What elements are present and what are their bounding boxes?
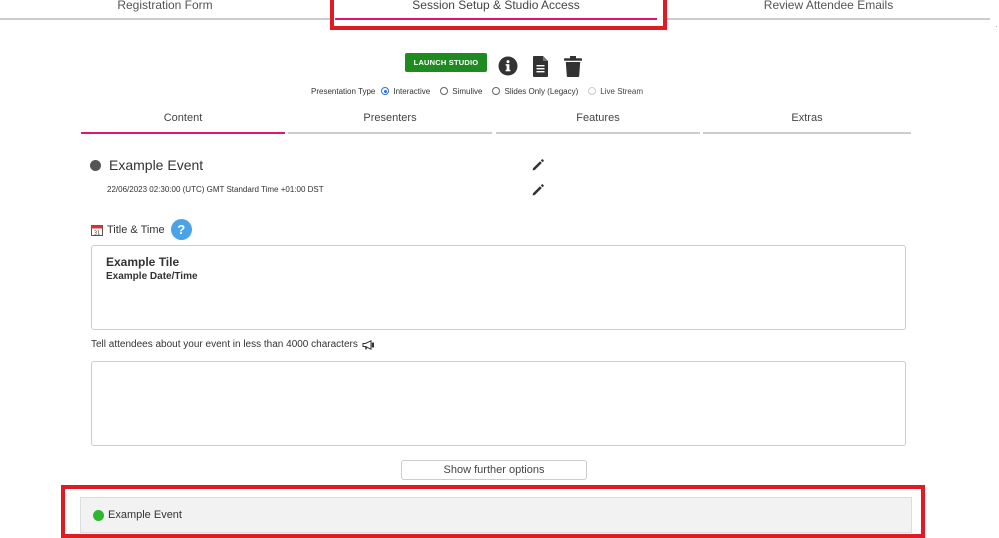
info-icon[interactable] xyxy=(497,55,519,77)
presentation-type-row: Presentation Type Interactive Simulive S… xyxy=(311,84,653,98)
step-tab-label: Registration Form xyxy=(117,0,213,12)
title-time-label: Title & Time xyxy=(107,223,165,236)
datetime-text: Example Date/Time xyxy=(106,271,198,282)
event-title: Example Event xyxy=(109,157,204,173)
edit-title-pencil-icon[interactable] xyxy=(532,158,544,171)
edge-mark: · xyxy=(995,22,998,31)
trash-icon[interactable] xyxy=(562,55,584,77)
tab-features[interactable]: Features xyxy=(496,110,700,134)
step-tab-label: Review Attendee Emails xyxy=(763,0,894,12)
radio-label: Simulive xyxy=(452,86,483,96)
tab-presenters[interactable]: Presenters xyxy=(288,110,492,134)
step-tab-review-emails[interactable]: Review Attendee Emails xyxy=(667,0,990,20)
description-label: Tell attendees about your event in less … xyxy=(91,339,358,350)
calendar-icon: 31 xyxy=(91,224,103,236)
show-further-options-button[interactable]: Show further options xyxy=(401,460,587,480)
radio-slides-only[interactable]: Slides Only (Legacy) xyxy=(492,87,578,96)
document-icon[interactable] xyxy=(530,55,552,77)
tab-extras[interactable]: Extras xyxy=(703,110,911,134)
radio-label: Live Stream xyxy=(600,86,643,96)
help-icon[interactable]: ? xyxy=(170,219,192,240)
radio-label: Interactive xyxy=(393,86,431,96)
radio-unselected-icon xyxy=(440,87,449,95)
radio-unselected-icon xyxy=(492,87,501,95)
edit-datetime-pencil-icon[interactable] xyxy=(532,183,544,196)
radio-disabled-icon xyxy=(588,87,597,95)
radio-interactive[interactable]: Interactive xyxy=(381,87,430,96)
step-tab-registration-form[interactable]: Registration Form xyxy=(0,0,330,20)
radio-selected-icon xyxy=(381,87,390,95)
description-heading: Tell attendees about your event in less … xyxy=(91,339,375,350)
radio-live-stream: Live Stream xyxy=(588,87,643,96)
launch-studio-button[interactable]: LAUNCH STUDIO xyxy=(405,53,487,72)
highlight-box-session-setup xyxy=(330,0,667,30)
event-datetime: 22/06/2023 02:30:00 (UTC) GMT Standard T… xyxy=(107,185,324,194)
tab-content[interactable]: Content xyxy=(81,110,285,134)
title-time-heading: 31 Title & Time ? xyxy=(91,219,192,240)
presentation-type-label: Presentation Type xyxy=(311,86,376,96)
highlight-box-event-bar xyxy=(61,485,925,538)
title-text: Example Tile xyxy=(106,255,180,269)
megaphone-icon xyxy=(362,339,375,350)
event-status-dot xyxy=(90,160,101,171)
description-textarea[interactable] xyxy=(92,362,905,445)
help-glyph: ? xyxy=(177,222,186,237)
radio-simulive[interactable]: Simulive xyxy=(440,87,482,96)
title-time-editor[interactable]: Example Tile Example Date/Time xyxy=(91,245,906,330)
radio-label: Slides Only (Legacy) xyxy=(504,86,579,96)
svg-text:31: 31 xyxy=(94,230,100,236)
description-box xyxy=(91,361,906,446)
